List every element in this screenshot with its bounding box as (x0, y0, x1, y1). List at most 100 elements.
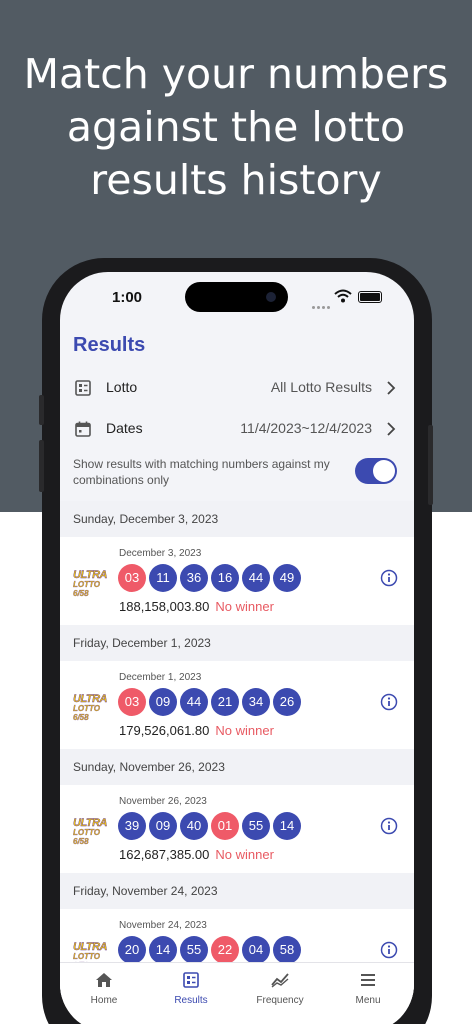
number-ball: 09 (149, 688, 177, 716)
drawn-numbers: 20 14 55 22 04 58 (118, 936, 304, 964)
promo-headline: Match your numbers against the lotto res… (0, 48, 472, 207)
winner-status: No winner (215, 847, 274, 862)
info-icon[interactable] (380, 941, 398, 959)
result-date-header: Sunday, December 3, 2023 (60, 501, 414, 537)
battery-icon (358, 291, 382, 303)
drawn-numbers: 03 11 36 16 44 49 (118, 564, 304, 592)
phone-screen: 1:00 Results Lotto All Lotto Results Dat… (60, 272, 414, 1024)
draw-date: November 26, 2023 (119, 796, 207, 807)
result-card[interactable]: ULTRA LOTTO 6/58 November 26, 2023 39 09 4… (60, 785, 414, 873)
jackpot-row: 188,158,003.80 No winner (119, 599, 274, 614)
lotto-filter-row[interactable]: Lotto All Lotto Results (60, 370, 414, 406)
ultra-lotto-logo: ULTRA LOTTO 6/58 (73, 693, 108, 722)
number-ball: 36 (180, 564, 208, 592)
number-ball: 49 (273, 564, 301, 592)
calendar-icon (75, 421, 91, 437)
lotto-filter-label: Lotto (106, 379, 138, 395)
dates-filter-value: 11/4/2023~12/4/2023 (240, 420, 372, 436)
draw-date: November 24, 2023 (119, 920, 207, 931)
result-date-header: Friday, November 24, 2023 (60, 873, 414, 909)
number-ball: 04 (242, 936, 270, 964)
lotto-filter-value: All Lotto Results (270, 379, 372, 395)
tab-results-label: Results (174, 995, 208, 1006)
headline-line-1: Match your numbers (23, 50, 449, 98)
result-card[interactable]: ULTRA LOTTO 6/58 December 3, 2023 03 11 36… (60, 537, 414, 625)
draw-date: December 3, 2023 (119, 548, 202, 559)
number-ball: 14 (273, 812, 301, 840)
headline-line-2: against the lotto (66, 103, 406, 151)
result-date-header: Friday, December 1, 2023 (60, 625, 414, 661)
number-ball: 14 (149, 936, 177, 964)
matching-toggle-switch[interactable] (355, 458, 397, 484)
number-ball: 34 (242, 688, 270, 716)
chevron-right-icon (387, 381, 396, 395)
info-icon[interactable] (380, 817, 398, 835)
jackpot-amount: 162,687,385.00 (119, 847, 210, 862)
results-list-icon (183, 972, 199, 988)
chevron-right-icon (387, 422, 396, 436)
result-date-header-text: Sunday, November 26, 2023 (73, 760, 225, 774)
tab-results[interactable]: Results (151, 971, 231, 1006)
tab-bar: Home Results Frequency Menu (60, 962, 414, 1024)
winner-status: No winner (215, 723, 274, 738)
number-ball: 40 (180, 812, 208, 840)
page-title: Results (73, 334, 146, 356)
number-ball: 09 (149, 812, 177, 840)
result-date-header-text: Friday, November 24, 2023 (73, 884, 218, 898)
drawn-numbers: 39 09 40 01 55 14 (118, 812, 304, 840)
jackpot-row: 162,687,385.00 No winner (119, 847, 274, 862)
number-ball: 39 (118, 812, 146, 840)
info-icon[interactable] (380, 693, 398, 711)
camera-icon (266, 292, 276, 302)
matching-toggle-label: Show results with matching numbers again… (73, 457, 330, 487)
jackpot-amount: 188,158,003.80 (119, 599, 210, 614)
matched-number-ball: 03 (118, 688, 146, 716)
cellular-signal-icon (312, 296, 332, 314)
number-ball: 26 (273, 688, 301, 716)
tab-menu[interactable]: Menu (328, 971, 408, 1006)
status-bar: 1:00 (60, 272, 414, 324)
tab-menu-label: Menu (355, 995, 381, 1006)
hamburger-menu-icon (361, 974, 375, 986)
tab-home-label: Home (90, 995, 118, 1006)
dates-filter-label: Dates (106, 420, 143, 436)
jackpot-row: 179,526,061.80 No winner (119, 723, 274, 738)
result-date-header-text: Friday, December 1, 2023 (73, 636, 211, 650)
headline-line-3: results history (90, 156, 382, 204)
lotto-ticket-icon (75, 380, 91, 396)
trend-chart-icon (271, 973, 289, 988)
number-ball: 20 (118, 936, 146, 964)
number-ball: 55 (242, 812, 270, 840)
phone-side-button (39, 395, 44, 425)
number-ball: 16 (211, 564, 239, 592)
dynamic-island (185, 282, 288, 312)
matched-number-ball: 22 (211, 936, 239, 964)
dates-filter-row[interactable]: Dates 11/4/2023~12/4/2023 (60, 411, 414, 447)
tab-frequency[interactable]: Frequency (240, 971, 320, 1006)
phone-volume-up (39, 440, 44, 492)
draw-date: December 1, 2023 (119, 672, 202, 683)
drawn-numbers: 03 09 44 21 34 26 (118, 688, 304, 716)
number-ball: 55 (180, 936, 208, 964)
ultra-lotto-logo: ULTRA LOTTO 6/58 (73, 817, 108, 846)
number-ball: 21 (211, 688, 239, 716)
tab-home[interactable]: Home (64, 971, 144, 1006)
result-date-header-text: Sunday, December 3, 2023 (73, 512, 219, 526)
ultra-lotto-logo: ULTRA LOTTO 6/58 (73, 941, 108, 970)
number-ball: 44 (180, 688, 208, 716)
number-ball: 44 (242, 564, 270, 592)
result-card[interactable]: ULTRA LOTTO 6/58 December 1, 2023 03 09 44… (60, 661, 414, 749)
phone-power-button (428, 425, 433, 505)
result-date-header: Sunday, November 26, 2023 (60, 749, 414, 785)
matching-filter-row: Show results with matching numbers again… (73, 456, 403, 488)
matched-number-ball: 03 (118, 564, 146, 592)
status-time: 1:00 (112, 289, 143, 306)
home-icon (96, 973, 112, 987)
info-icon[interactable] (380, 569, 398, 587)
wifi-icon (334, 289, 352, 303)
winner-status: No winner (215, 599, 274, 614)
jackpot-amount: 179,526,061.80 (119, 723, 210, 738)
ultra-lotto-logo: ULTRA LOTTO 6/58 (73, 569, 108, 598)
tab-frequency-label: Frequency (256, 995, 304, 1006)
toggle-knob (373, 460, 395, 482)
